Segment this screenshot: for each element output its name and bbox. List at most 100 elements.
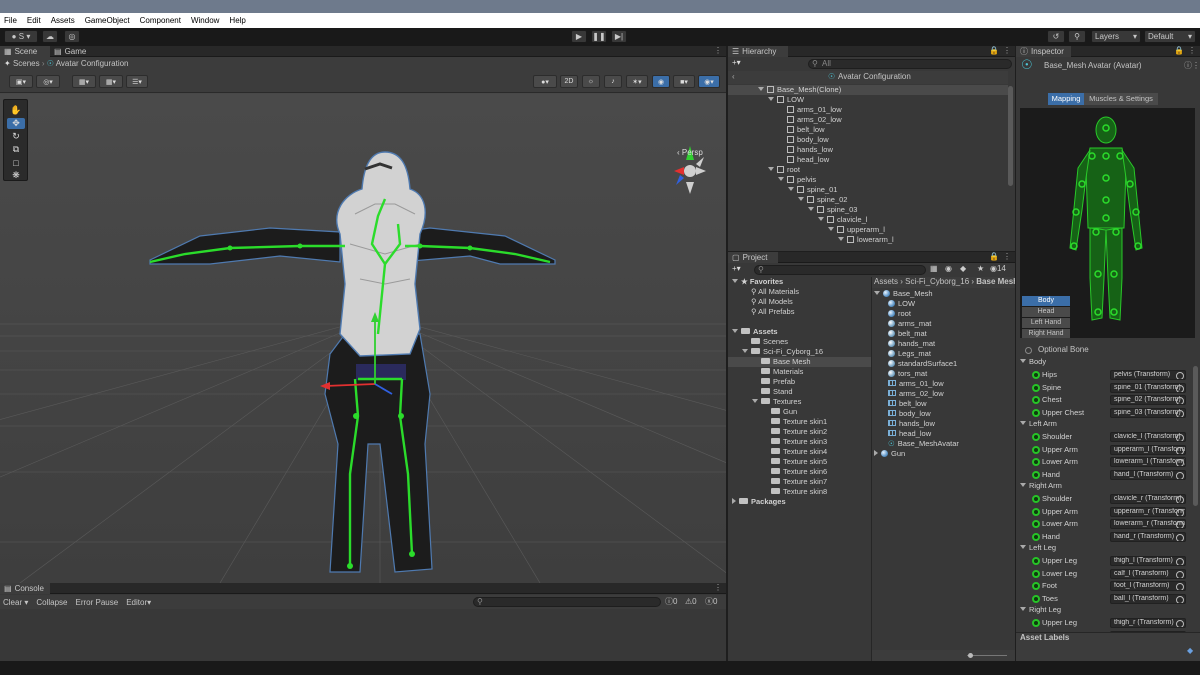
menu-gameobject[interactable]: GameObject [85,16,130,25]
hierarchy-item[interactable]: Base_Mesh(Clone) [728,85,1008,95]
scale-tool-icon[interactable]: ⧉ [7,144,25,155]
play-button[interactable]: ▶ [571,30,587,43]
bone-group-header[interactable]: Left Leg [1020,543,1056,552]
hierarchy-item[interactable]: upperarm_l [728,225,1008,235]
hierarchy-item[interactable]: lowerarm_l [728,235,1008,245]
hand-tool-icon[interactable]: ✋ [7,105,25,116]
error-pause-button[interactable]: Error Pause [76,598,119,607]
chevron-right-icon[interactable] [732,498,736,504]
chevron-down-icon[interactable] [758,87,764,91]
asset-item[interactable]: belt_mat [872,329,927,339]
bone-transform-field[interactable]: foot_l (Transform) [1110,581,1186,591]
scene-viewport[interactable] [0,94,726,583]
menu-edit[interactable]: Edit [27,16,41,25]
project-tree-item[interactable]: Texture skin4 [728,447,871,457]
project-tree-item[interactable]: Scenes [728,337,871,347]
asset-item[interactable]: ☉ Base_MeshAvatar [872,439,959,449]
project-tree-item[interactable]: Texture skin7 [728,477,871,487]
chevron-down-icon[interactable] [828,227,834,231]
account-dropdown[interactable]: ● S ▾ [4,30,38,43]
breadcrumb-cyborg[interactable]: Sci-Fi_Cyborg_16 [905,277,969,286]
label-tag-icon[interactable]: ◆ [1187,646,1193,656]
filter-label-icon[interactable]: ◉ [945,264,952,274]
step-button[interactable]: ▶| [611,30,627,43]
tab-scene[interactable]: ▦ Scene [0,46,50,57]
chevron-down-icon[interactable] [732,279,738,283]
asset-item[interactable]: arms_02_low [872,389,944,399]
hierarchy-item[interactable]: head_low [728,155,1008,165]
project-tree-item[interactable]: Packages [728,497,871,507]
asset-item[interactable]: hands_mat [872,339,935,349]
bone-group-header[interactable]: Right Arm [1020,481,1062,490]
chevron-down-icon[interactable] [1020,359,1026,363]
chevron-down-icon[interactable] [874,291,880,295]
more-menu-icon[interactable]: ⋮ [1003,252,1011,262]
more-menu-icon[interactable]: ⋮ [714,583,722,593]
move-tool-icon[interactable]: ✥ [7,118,25,129]
effects-dropdown[interactable]: ✶▾ [626,75,648,88]
chevron-down-icon[interactable] [798,197,804,201]
tab-console[interactable]: ▤ Console [0,583,50,594]
project-tree-item[interactable]: Gun [728,407,871,417]
project-tree-item[interactable]: Texture skin8 [728,487,871,497]
history-button[interactable]: ↺ [1047,30,1065,43]
persp-label[interactable]: ‹ Persp [677,148,703,158]
project-tree-item[interactable]: Assets [728,327,871,337]
project-tree-item[interactable]: Texture skin5 [728,457,871,467]
bone-transform-field[interactable]: spine_03 (Transform) [1110,407,1186,418]
bone-group-header[interactable]: Left Arm [1020,419,1057,428]
menu-assets[interactable]: Assets [51,16,75,25]
project-tree-item[interactable]: Prefab [728,377,871,387]
bone-transform-field[interactable]: clavicle_l (Transform) [1110,432,1186,442]
chevron-down-icon[interactable] [742,349,748,353]
grid-dropdown[interactable]: ▦▾ [99,75,123,88]
hierarchy-item[interactable]: arms_02_low [728,115,1008,125]
hierarchy-scrollbar[interactable] [1008,86,1013,186]
bone-transform-field[interactable]: thigh_l (Transform) [1110,556,1186,566]
asset-item[interactable]: Legs_mat [872,349,931,359]
asset-item[interactable]: standardSurface1 [872,359,957,369]
bone-transform-field[interactable]: lowerarm_r (Transform) [1110,519,1186,529]
visibility-toggle[interactable]: ◉ [652,75,670,88]
hierarchy-item[interactable]: LOW [728,95,1008,105]
more-menu-icon[interactable]: ⋮ [714,46,722,56]
project-tree-item[interactable]: Texture skin1 [728,417,871,427]
chevron-down-icon[interactable] [768,97,774,101]
tab-hierarchy[interactable]: ☰ Hierarchy [728,46,788,57]
hierarchy-item[interactable]: body_low [728,135,1008,145]
transform-tool-icon[interactable]: ❋ [7,170,25,181]
project-tree-item[interactable]: Texture skin2 [728,427,871,437]
layers-dropdown[interactable]: Layers ▾ [1091,30,1141,43]
chevron-down-icon[interactable] [808,207,814,211]
bone-transform-field[interactable]: upperarm_l (Transform) [1110,444,1186,455]
bone-group-header[interactable]: Body [1020,357,1046,366]
chevron-down-icon[interactable] [1020,483,1026,487]
chevron-down-icon[interactable] [1020,421,1026,425]
tab-mapping[interactable]: Mapping [1048,93,1084,105]
gizmo-dropdown[interactable]: ◎▾ [36,75,60,88]
cloud-button[interactable]: ☁ [42,30,58,43]
create-dropdown[interactable]: +▾ [732,264,741,274]
bone-transform-field[interactable]: ball_l (Transform) [1110,593,1186,604]
asset-item[interactable]: Gun [872,449,905,459]
camera-dropdown[interactable]: ■▾ [673,75,695,88]
bone-transform-field[interactable]: clavicle_r (Transform) [1110,494,1186,504]
toggle-2d-button[interactable]: 2D [560,75,578,88]
project-tree-item[interactable]: ★ Favorites [728,277,871,287]
draw-mode-dropdown[interactable]: ▣▾ [9,75,33,88]
rect-tool-icon[interactable]: □ [7,157,25,168]
chevron-down-icon[interactable] [768,167,774,171]
chevron-down-icon[interactable] [818,217,824,221]
head-button[interactable]: Head [1022,307,1070,317]
breadcrumb-scenes[interactable]: Scenes [13,59,40,68]
asset-item[interactable]: arms_mat [872,319,931,329]
chevron-down-icon[interactable] [1020,607,1026,611]
snap-dropdown[interactable]: ☰▾ [126,75,148,88]
body-button[interactable]: Body [1022,296,1070,306]
hierarchy-item[interactable]: hands_low [728,145,1008,155]
error-count[interactable]: ⓧ0 [705,597,717,607]
bone-transform-field[interactable]: hand_r (Transform) [1110,531,1186,542]
settings-icon[interactable]: ⋮ [1192,61,1200,71]
label-tag-icon[interactable]: ◆ [960,264,966,274]
hierarchy-item[interactable]: belt_low [728,125,1008,135]
